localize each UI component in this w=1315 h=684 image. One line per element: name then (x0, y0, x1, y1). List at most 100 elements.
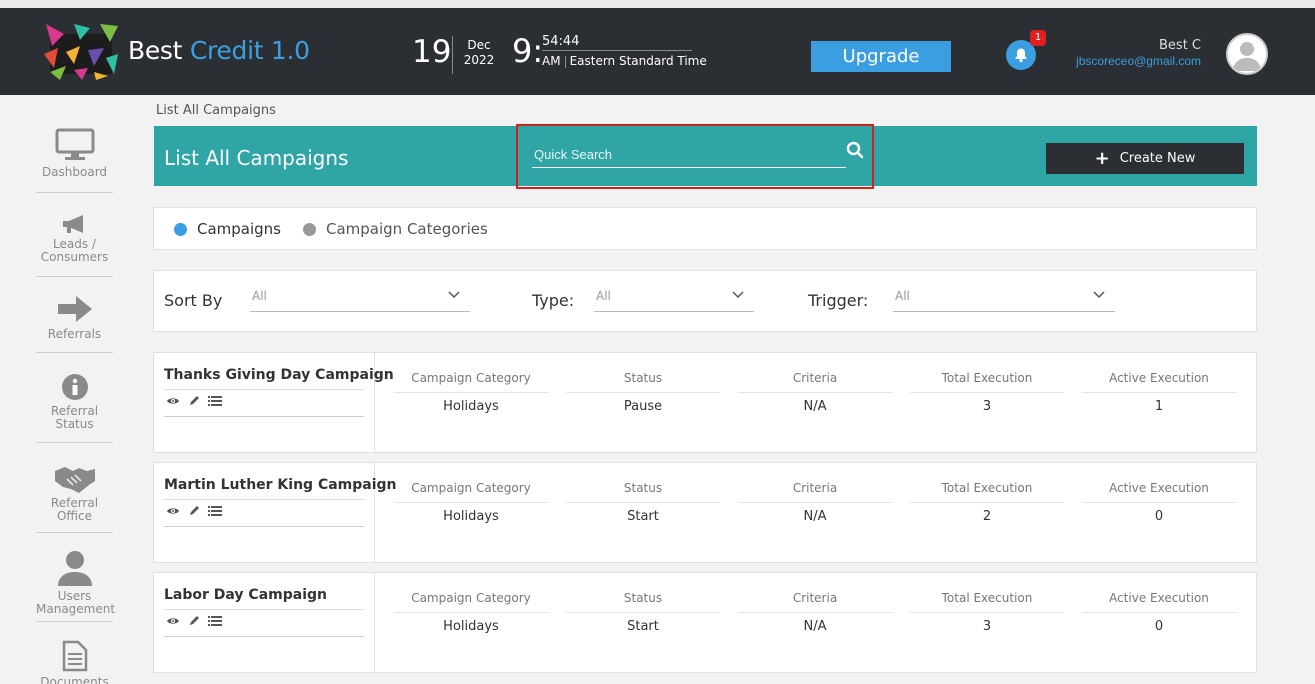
trigger-select[interactable]: All (893, 289, 1115, 312)
upgrade-button[interactable]: Upgrade (811, 41, 951, 72)
megaphone-icon (62, 215, 83, 233)
campaign-tabs: Campaigns Campaign Categories (153, 207, 1257, 250)
column-header: Active Execution (1082, 371, 1236, 393)
column-header: Status (566, 481, 720, 503)
sidebar-item-label: Users (57, 589, 92, 603)
notification-badge: 1 (1030, 30, 1046, 46)
sort-by-label: Sort By (164, 291, 223, 310)
sidebar-item-referral-office[interactable]: Referral Office (36, 465, 113, 533)
sidebar-item-label-2: Management (36, 602, 116, 616)
campaign-actions (166, 505, 222, 517)
logo-icon (44, 24, 118, 80)
column-header: Active Execution (1082, 481, 1236, 503)
tab-campaigns[interactable]: Campaigns (174, 220, 281, 238)
divider (164, 609, 364, 610)
campaign-category-value: Holidays (443, 619, 499, 634)
user-name[interactable]: Best C (1159, 38, 1201, 53)
active-execution-value: 0 (1154, 509, 1164, 524)
column-header: Status (566, 371, 720, 393)
view-eye-icon[interactable] (166, 505, 180, 517)
edit-pencil-icon[interactable] (188, 505, 200, 517)
campaign-name[interactable]: Thanks Giving Day Campaign (164, 367, 394, 383)
type-label: Type: (532, 291, 575, 310)
date-month-year: Dec 2022 (462, 38, 496, 68)
create-new-button[interactable]: + Create New (1046, 143, 1244, 174)
user-email[interactable]: jbscoreceo@gmail.com (1076, 54, 1201, 68)
list-icon[interactable] (208, 395, 222, 407)
total-execution-value: 3 (982, 399, 992, 414)
col-total-execution: Total Execution 2 (910, 481, 1064, 524)
time-minutes-seconds: 54:44 (542, 34, 692, 51)
divider (164, 636, 364, 637)
sort-by-value: All (252, 289, 267, 303)
brand-accent: Credit 1.0 (189, 36, 310, 65)
view-eye-icon[interactable] (166, 615, 180, 627)
search-input[interactable] (532, 142, 846, 168)
tab-campaign-categories[interactable]: Campaign Categories (303, 220, 488, 238)
column-header: Criteria (738, 371, 892, 393)
column-header: Campaign Category (394, 591, 548, 613)
campaign-name[interactable]: Martin Luther King Campaign (164, 477, 397, 493)
sidebar-item-users-management[interactable]: Users Management (36, 550, 116, 622)
document-icon (62, 640, 87, 672)
sidebar-item-referral-status[interactable]: Referral Status (36, 373, 113, 443)
tab-label: Campaigns (197, 220, 282, 238)
search-icon[interactable] (846, 141, 864, 159)
view-eye-icon[interactable] (166, 395, 180, 407)
chevron-down-icon (1093, 291, 1105, 299)
bell-icon (1015, 48, 1027, 63)
sidebar-item-label: Documents (40, 675, 109, 684)
sidebar-item-documents[interactable]: Documents (36, 640, 113, 684)
edit-pencil-icon[interactable] (188, 395, 200, 407)
campaign-name[interactable]: Labor Day Campaign (164, 587, 327, 603)
campaign-actions (166, 615, 222, 627)
campaign-row: Martin Luther King Campaign Campaign Cat… (153, 462, 1257, 563)
date-divider (452, 36, 453, 74)
info-icon (61, 374, 88, 400)
avatar[interactable] (1226, 33, 1268, 75)
list-icon[interactable] (208, 505, 222, 517)
sidebar-item-label-2: Consumers (40, 250, 109, 264)
col-status: Status Start (566, 481, 720, 524)
type-select[interactable]: All (594, 289, 754, 312)
sidebar-item-label-2: Status (55, 417, 94, 431)
active-execution-value: 1 (1154, 399, 1164, 414)
col-criteria: Criteria N/A (738, 591, 892, 634)
sidebar-item-label: Dashboard (41, 165, 108, 179)
divider (164, 389, 364, 390)
sidebar-item-label: Leads / (53, 237, 96, 251)
sidebar-item-leads-consumers[interactable]: Leads / Consumers (36, 214, 113, 277)
col-campaign-category: Campaign Category Holidays (394, 371, 548, 414)
column-header: Total Execution (910, 481, 1064, 503)
active-execution-value: 0 (1154, 619, 1164, 634)
top-bar: Best Credit 1.0 19 Dec 2022 9: 54:44 AM E… (0, 0, 1315, 95)
edit-pencil-icon[interactable] (188, 615, 200, 627)
handshake-icon (54, 467, 95, 493)
date-day: 19 (412, 34, 452, 70)
sort-by-select[interactable]: All (250, 289, 470, 312)
campaign-row: Thanks Giving Day Campaign Campaign Cate… (153, 352, 1257, 453)
chevron-down-icon (732, 291, 744, 299)
quick-search (516, 124, 874, 189)
status-value: Start (627, 509, 659, 524)
user-avatar-icon (1233, 42, 1261, 71)
col-criteria: Criteria N/A (738, 371, 892, 414)
tab-radio-icon (174, 222, 187, 236)
trigger-value: All (895, 289, 910, 303)
sidebar-item-referrals[interactable]: Referrals (36, 294, 113, 353)
campaign-summary: Martin Luther King Campaign (154, 463, 397, 562)
sidebar-item-label: Referrals (47, 327, 102, 341)
time-hour: 9: (512, 32, 544, 70)
sidebar-item-dashboard[interactable]: Dashboard (36, 128, 113, 193)
breadcrumb: List All Campaigns (156, 103, 276, 118)
column-header: Total Execution (910, 591, 1064, 613)
sidebar: Dashboard Leads / Consumers Referrals Re… (0, 95, 150, 684)
list-icon[interactable] (208, 615, 222, 627)
campaign-category-value: Holidays (443, 509, 499, 524)
time-ampm: AM (542, 54, 561, 68)
col-criteria: Criteria N/A (738, 481, 892, 524)
tab-label: Campaign Categories (326, 220, 488, 238)
app-brand: Best Credit 1.0 (128, 36, 310, 65)
campaign-category-value: Holidays (443, 399, 499, 414)
column-header: Criteria (738, 481, 892, 503)
